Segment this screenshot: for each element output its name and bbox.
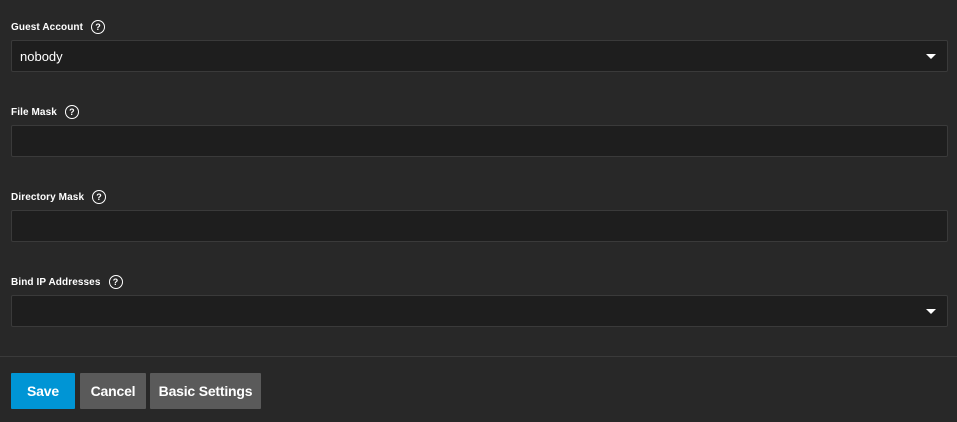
smb-advanced-settings-form: Guest Account ? nobody File Mask ? Direc… [0, 0, 957, 422]
bind-ip-label: Bind IP Addresses [11, 276, 101, 288]
guest-account-label: Guest Account [11, 21, 84, 33]
dropdown-arrow-icon [926, 309, 936, 314]
directory-mask-field: Directory Mask ? [11, 188, 948, 242]
save-button[interactable]: Save [11, 373, 75, 409]
directory-mask-input[interactable] [11, 210, 948, 242]
directory-mask-label: Directory Mask [11, 191, 85, 203]
file-mask-label-row: File Mask ? [11, 103, 948, 121]
cancel-button[interactable]: Cancel [80, 373, 146, 409]
question-circle-icon[interactable]: ? [108, 275, 123, 289]
bind-ip-select[interactable] [11, 295, 948, 327]
question-circle-icon[interactable]: ? [92, 190, 107, 204]
guest-account-label-row: Guest Account ? [11, 18, 948, 36]
guest-account-value: nobody [20, 48, 63, 64]
guest-account-select[interactable]: nobody [11, 40, 948, 72]
file-mask-label: File Mask [11, 106, 57, 118]
basic-settings-button[interactable]: Basic Settings [150, 373, 261, 409]
file-mask-input[interactable] [11, 125, 948, 157]
question-circle-icon[interactable]: ? [91, 20, 106, 34]
file-mask-field: File Mask ? [11, 103, 948, 157]
bind-ip-label-row: Bind IP Addresses ? [11, 273, 948, 291]
form-divider [0, 356, 957, 357]
bind-ip-field: Bind IP Addresses ? [11, 273, 948, 327]
question-circle-icon[interactable]: ? [64, 105, 79, 119]
directory-mask-label-row: Directory Mask ? [11, 188, 948, 206]
dropdown-arrow-icon [926, 54, 936, 59]
guest-account-field: Guest Account ? nobody [11, 18, 948, 72]
